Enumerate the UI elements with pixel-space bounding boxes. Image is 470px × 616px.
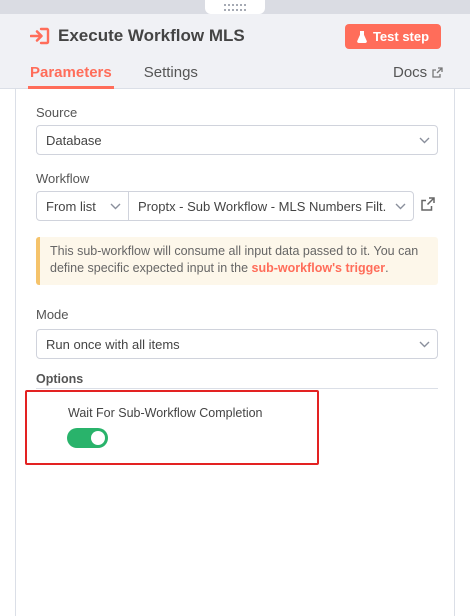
- docs-link[interactable]: Docs: [393, 64, 443, 81]
- workflow-mode-value: From list: [46, 198, 96, 214]
- source-label: Source: [36, 105, 78, 120]
- external-link-icon: [432, 67, 443, 78]
- tab-bar: Parameters Settings: [28, 64, 228, 89]
- chevron-down-icon: [411, 137, 437, 144]
- mode-select-value: Run once with all items: [46, 336, 180, 352]
- sub-workflow-notice: This sub-workflow will consume all input…: [36, 237, 438, 285]
- workflow-select[interactable]: Proptx - Sub Workflow - MLS Numbers Filt…: [128, 191, 414, 221]
- chevron-down-icon: [387, 203, 413, 210]
- panel-header: Execute Workflow MLS Test step Parameter…: [0, 14, 470, 89]
- docs-label: Docs: [393, 64, 428, 81]
- chevron-down-icon: [411, 341, 437, 348]
- test-step-button[interactable]: Test step: [345, 24, 441, 49]
- tab-settings[interactable]: Settings: [144, 64, 198, 89]
- chevron-down-icon: [102, 203, 128, 210]
- open-workflow-icon[interactable]: [421, 197, 435, 216]
- wait-for-completion-toggle[interactable]: [67, 428, 108, 448]
- mode-label: Mode: [36, 307, 69, 322]
- toggle-knob: [91, 431, 105, 445]
- workflow-label: Workflow: [36, 171, 90, 186]
- workflow-mode-select[interactable]: From list: [36, 191, 129, 221]
- parameters-content: Source Database Workflow From list Propt…: [15, 89, 455, 616]
- node-title-row: Execute Workflow MLS: [30, 24, 245, 48]
- source-select[interactable]: Database: [36, 125, 438, 155]
- options-divider: [36, 388, 438, 389]
- source-select-value: Database: [46, 132, 102, 148]
- tab-parameters[interactable]: Parameters: [28, 64, 114, 89]
- test-step-label: Test step: [372, 29, 430, 44]
- node-title[interactable]: Execute Workflow MLS: [58, 26, 245, 46]
- highlight-annotation-box: [25, 390, 319, 465]
- panel-drag-handle[interactable]: [205, 0, 265, 14]
- workflow-select-value: Proptx - Sub Workflow - MLS Numbers Filt…: [138, 198, 387, 214]
- wait-for-completion-label: Wait For Sub-Workflow Completion: [68, 406, 263, 420]
- execute-workflow-icon: [30, 27, 50, 45]
- drag-handle-icon: [224, 3, 246, 11]
- mode-select[interactable]: Run once with all items: [36, 329, 438, 359]
- notice-text-end: .: [385, 261, 389, 275]
- sub-workflow-trigger-link[interactable]: sub-workflow's trigger: [252, 261, 386, 275]
- node-settings-panel: Execute Workflow MLS Test step Parameter…: [0, 0, 470, 616]
- flask-icon: [357, 30, 367, 43]
- options-heading: Options: [36, 372, 84, 386]
